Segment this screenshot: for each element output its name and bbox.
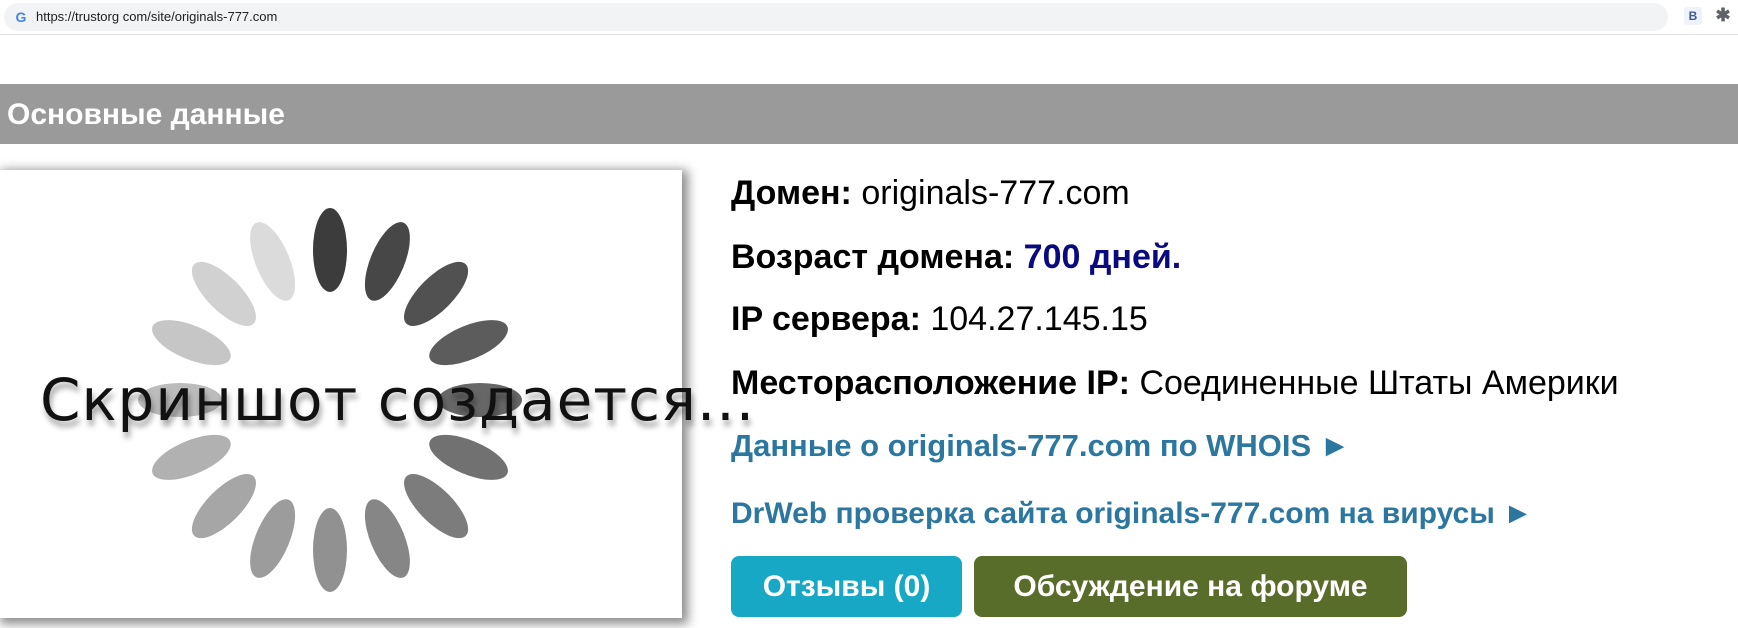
whois-link[interactable]: Данные о originals-777.com по WHOIS ► xyxy=(731,428,1350,464)
screenshot-caption: Скриншот создается... xyxy=(40,366,756,434)
browser-toolbar: G https://trustorg com/site/originals-77… xyxy=(0,0,1738,35)
section-header: Основные данные xyxy=(0,84,1738,144)
ip-location-label: Месторасположение IP: xyxy=(731,364,1130,402)
spinner-petal xyxy=(313,508,347,592)
google-icon: G xyxy=(15,9,27,25)
spinner-petal xyxy=(191,474,256,539)
spinner-petal xyxy=(152,434,231,480)
ip-location-value: Соединенные Штаты Америки xyxy=(1139,364,1619,402)
server-ip-row: IP сервера: 104.27.145.15 xyxy=(731,300,1148,339)
spinner-petal xyxy=(429,434,508,480)
domain-age-value: 700 дней. xyxy=(1023,238,1182,276)
forum-discussion-button[interactable]: Обсуждение на форуме xyxy=(974,556,1407,617)
domain-value: originals-777.com xyxy=(861,174,1130,212)
spinner-petal xyxy=(364,499,410,578)
section-title: Основные данные xyxy=(7,98,285,131)
spinner-petal xyxy=(313,208,347,292)
spinner-petal xyxy=(364,222,410,301)
spinner-petal xyxy=(152,320,231,366)
server-ip-label: IP сервера: xyxy=(731,300,921,338)
b-extension-icon[interactable]: B xyxy=(1684,7,1702,25)
site-screenshot: Скриншот создается... xyxy=(0,170,756,618)
spinner-petal xyxy=(404,474,469,539)
url-text[interactable]: https://trustorg com/site/originals-777.… xyxy=(36,9,277,24)
spinner-petal xyxy=(191,261,256,326)
puzzle-icon[interactable]: ✱ xyxy=(1714,5,1732,25)
domain-row: Домен: originals-777.com xyxy=(731,174,1130,213)
drweb-link[interactable]: DrWeb проверка сайта originals-777.com н… xyxy=(731,497,1533,531)
spinner-petal xyxy=(404,261,469,326)
domain-age-row: Возраст домена: 700 дней. xyxy=(731,238,1181,277)
server-ip-value: 104.27.145.15 xyxy=(930,300,1148,338)
ip-location-row: Месторасположение IP: Соединенные Штаты … xyxy=(731,364,1619,403)
spinner-petal xyxy=(429,320,508,366)
address-bar[interactable]: G https://trustorg com/site/originals-77… xyxy=(4,3,1668,31)
spinner-petal xyxy=(250,499,296,578)
spinner-petal xyxy=(250,222,296,301)
domain-age-label: Возраст домена: xyxy=(731,238,1015,276)
reviews-button[interactable]: Отзывы (0) xyxy=(731,556,962,617)
domain-label: Домен: xyxy=(731,174,852,212)
